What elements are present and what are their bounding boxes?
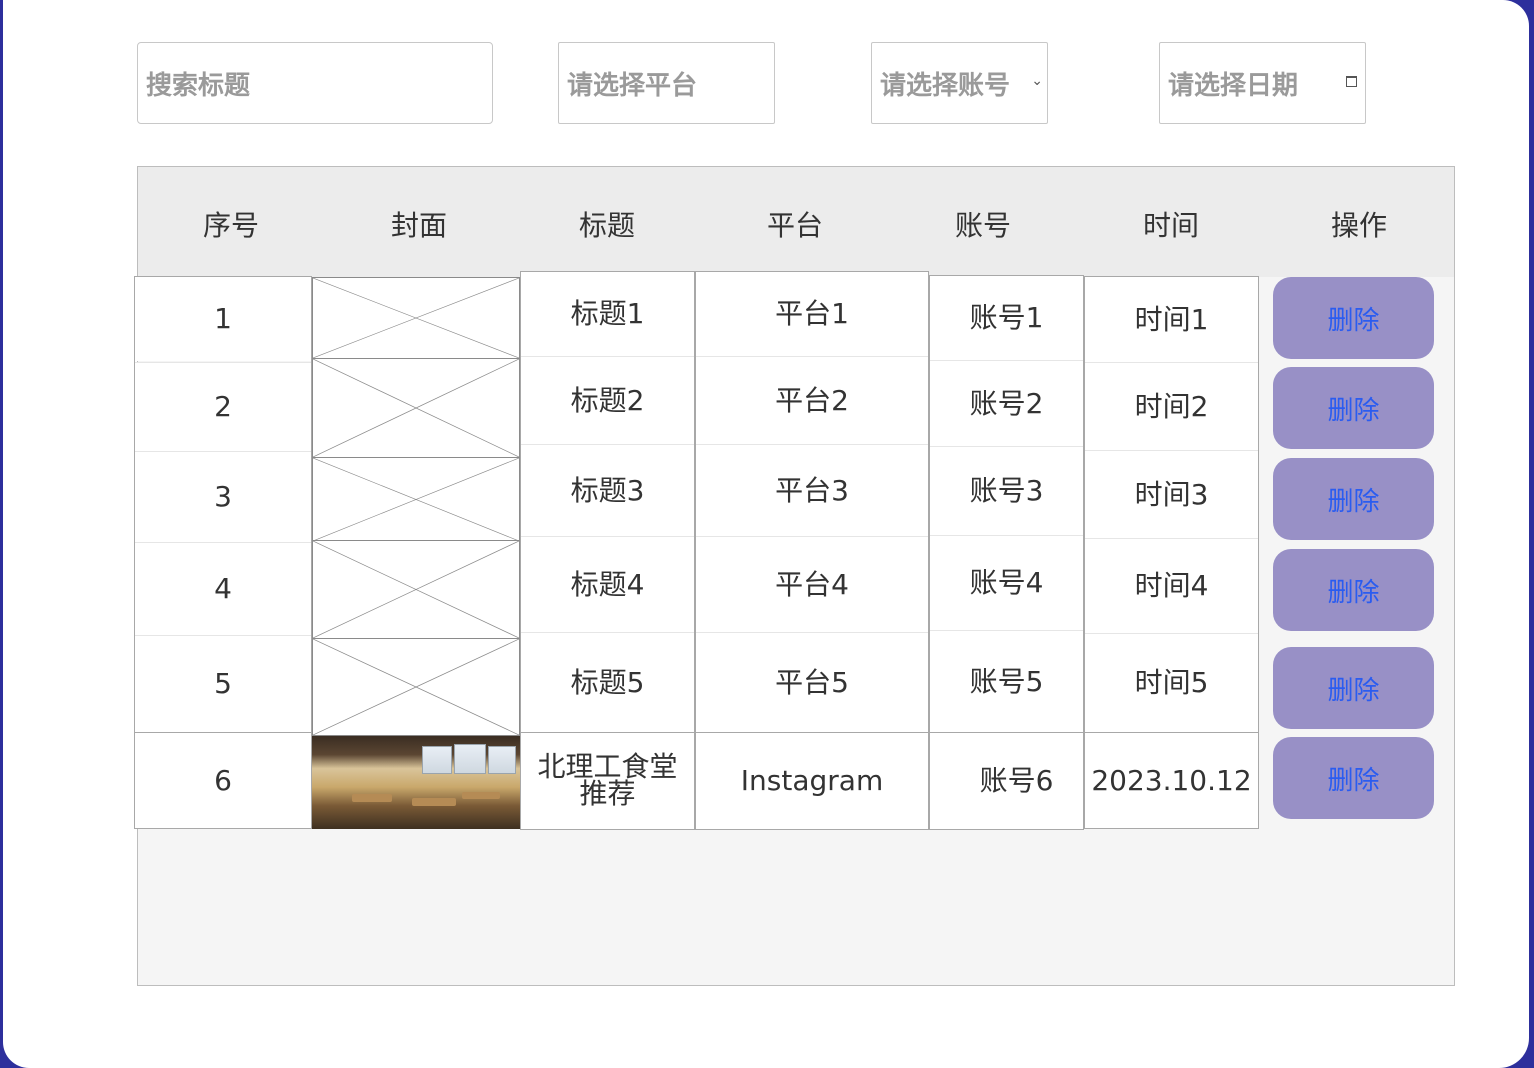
row-time: 2023.10.12: [1091, 763, 1252, 797]
platform-cell-3: 平台3: [696, 444, 928, 536]
row-index: 3: [214, 480, 232, 513]
header-time: 时间: [1142, 209, 1199, 242]
row-account: 账号3: [969, 474, 1044, 507]
platform-cell-1: 平台1: [696, 272, 928, 356]
account-cell-4: 账号4: [930, 535, 1083, 630]
row-index: 6: [214, 763, 232, 797]
platform-cell-6: Instagram: [695, 732, 929, 830]
platform-cell-5: 平台5: [696, 632, 928, 732]
platform-cell-4: 平台4: [696, 536, 928, 632]
title-cell-4: 标题4: [521, 536, 694, 632]
time-cell-4: 时间4: [1085, 538, 1258, 633]
row-title: 标题2: [570, 383, 645, 417]
header-index: 序号: [202, 209, 259, 242]
broken-image-icon: [312, 457, 520, 542]
header-account: 账号: [954, 209, 1011, 242]
row-platform: 平台2: [775, 383, 849, 417]
row-index: 1: [214, 302, 232, 335]
time-cell-6: 2023.10.12: [1084, 732, 1259, 829]
account-cell-1: 账号1: [930, 276, 1083, 360]
broken-image-icon: [312, 277, 520, 359]
account-select[interactable]: 请选择账号 ⌄: [871, 42, 1048, 124]
row-platform: 平台1: [775, 297, 849, 330]
broken-image-icon: [312, 638, 520, 736]
photo-table: [462, 792, 500, 799]
header-cover: 封面: [390, 209, 447, 242]
row-platform: 平台4: [775, 567, 849, 601]
row-title: 标题1: [570, 297, 645, 330]
delete-button[interactable]: 删除: [1273, 647, 1434, 729]
row-account: 账号1: [969, 301, 1044, 334]
row-account: 账号2: [969, 386, 1044, 420]
time-cell-1: 时间1: [1085, 277, 1258, 362]
platform-placeholder: 请选择平台: [567, 70, 698, 101]
row-title: 标题5: [570, 665, 645, 699]
photo-table: [412, 798, 456, 806]
search-title-input[interactable]: 搜索标题: [137, 42, 493, 124]
chevron-down-icon[interactable]: ⌄: [1031, 73, 1043, 89]
title-cell-5: 标题5: [521, 632, 694, 732]
account-cell-5: 账号5: [930, 630, 1083, 732]
header-platform: 平台: [766, 209, 823, 242]
time-cell-2: 时间2: [1085, 362, 1258, 450]
row-index: 4: [214, 572, 232, 605]
index-cell-6: 6: [134, 732, 312, 829]
delete-button[interactable]: 删除: [1273, 458, 1434, 540]
index-cell-4: 4: [135, 542, 311, 635]
calendar-icon[interactable]: [1346, 76, 1357, 87]
row-account: 账号4: [969, 566, 1044, 599]
row-time: 时间4: [1134, 569, 1209, 602]
table-header: 序号 封面 标题 平台 账号 时间 操作: [138, 167, 1454, 277]
delete-button[interactable]: 删除: [1273, 737, 1434, 819]
search-title-placeholder: 搜索标题: [146, 70, 251, 101]
row-account: 账号6: [979, 764, 1054, 797]
index-cell-5: 5: [135, 635, 311, 732]
row-time: 时间1: [1134, 302, 1209, 336]
broken-image-icon: [312, 540, 520, 639]
platform-cell-2: 平台2: [696, 356, 928, 444]
header-title: 标题: [578, 209, 635, 242]
date-picker[interactable]: 请选择日期: [1159, 42, 1366, 124]
index-cell-1: 1: [135, 277, 311, 361]
account-cell-2: 账号2: [930, 360, 1083, 446]
row-title: 标题4: [570, 567, 645, 601]
platform-select[interactable]: 请选择平台: [558, 42, 775, 124]
broken-image-icon: [312, 358, 520, 458]
cafeteria-cover-image: [312, 736, 520, 829]
date-placeholder: 请选择日期: [1168, 70, 1299, 101]
content-card: 搜索标题 请选择平台 请选择账号 ⌄ 请选择日期 序号 封面 标题 平台 账号 …: [3, 0, 1529, 1068]
row-platform: 平台5: [775, 665, 849, 699]
account-cell-6: 账号6: [929, 732, 1084, 830]
row-index: 5: [214, 667, 232, 700]
delete-button[interactable]: 删除: [1273, 549, 1434, 631]
row-platform: 平台3: [775, 473, 849, 507]
title-cell-6: 北理工食堂 推荐: [520, 732, 695, 830]
row-time: 时间2: [1134, 389, 1209, 423]
photo-table: [352, 794, 392, 802]
time-cell-5: 时间5: [1085, 633, 1258, 732]
time-cell-3: 时间3: [1085, 450, 1258, 538]
account-cell-3: 账号3: [930, 446, 1083, 535]
delete-button[interactable]: 删除: [1273, 277, 1434, 359]
title-cell-1: 标题1: [521, 272, 694, 356]
row-title: 标题3: [570, 473, 645, 507]
photo-window: [488, 746, 516, 774]
photo-window: [454, 744, 486, 774]
photo-window: [422, 746, 452, 774]
account-placeholder: 请选择账号: [880, 70, 1011, 101]
row-account: 账号5: [969, 664, 1044, 698]
row-time: 时间5: [1134, 666, 1209, 699]
index-cell-2: 2: [135, 362, 311, 451]
title-cell-3: 标题3: [521, 444, 694, 536]
row-title-line2: 推荐: [579, 777, 636, 810]
row-platform: Instagram: [740, 764, 884, 797]
row-time: 时间3: [1134, 477, 1209, 511]
title-cell-2: 标题2: [521, 356, 694, 444]
delete-button[interactable]: 删除: [1273, 367, 1434, 449]
index-cell-3: 3: [135, 451, 311, 542]
row-index: 2: [214, 390, 232, 423]
header-actions: 操作: [1330, 209, 1387, 242]
